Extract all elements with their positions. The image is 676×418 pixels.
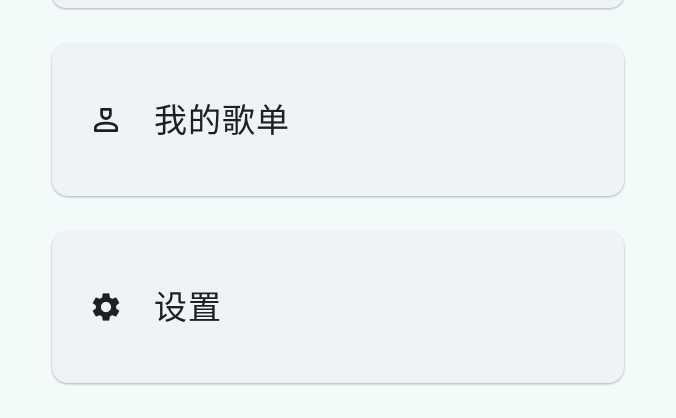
menu-item-label: 设置 bbox=[154, 287, 222, 327]
person-icon bbox=[89, 103, 123, 137]
menu-item-settings[interactable]: 设置 bbox=[52, 231, 624, 383]
menu-card-partial[interactable] bbox=[52, 0, 624, 8]
gear-icon bbox=[89, 290, 123, 324]
menu-item-label: 我的歌单 bbox=[154, 100, 290, 140]
menu-item-my-playlist[interactable]: 我的歌单 bbox=[52, 44, 624, 196]
